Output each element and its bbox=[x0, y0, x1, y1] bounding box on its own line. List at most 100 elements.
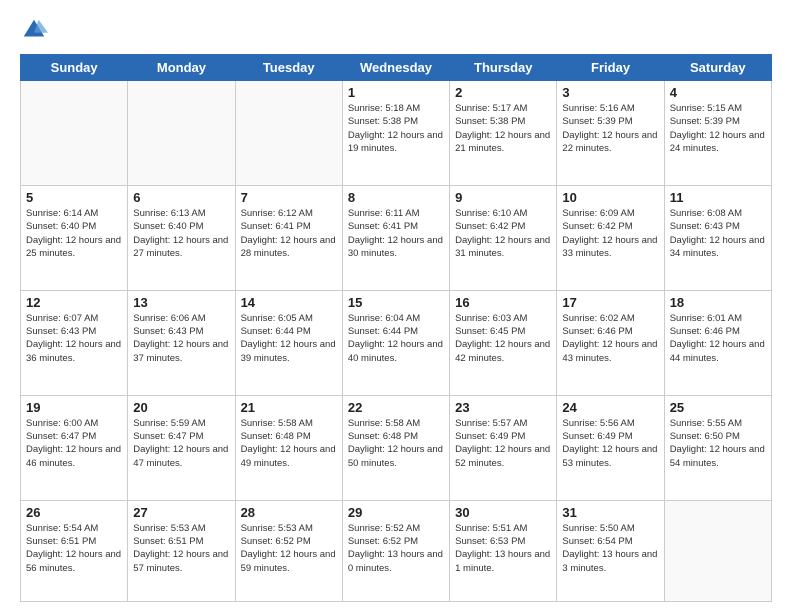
calendar-cell bbox=[21, 81, 128, 186]
cell-day-number: 14 bbox=[241, 295, 337, 310]
cell-info: Sunrise: 5:58 AM Sunset: 6:48 PM Dayligh… bbox=[348, 417, 444, 470]
calendar-cell bbox=[128, 81, 235, 186]
calendar-week-1: 1Sunrise: 5:18 AM Sunset: 5:38 PM Daylig… bbox=[21, 81, 772, 186]
calendar-cell: 4 Sunrise: 5:15 AM Sunset: 5:39 PM Daylig… bbox=[664, 81, 771, 186]
calendar-cell: 6 Sunrise: 6:13 AM Sunset: 6:40 PM Daylig… bbox=[128, 185, 235, 290]
cell-info: Sunrise: 6:00 AM Sunset: 6:47 PM Dayligh… bbox=[26, 417, 122, 470]
cell-day-number: 23 bbox=[455, 400, 551, 415]
cell-info: Sunrise: 6:02 AM Sunset: 6:46 PM Dayligh… bbox=[562, 312, 658, 365]
cell-info: Sunrise: 6:01 AM Sunset: 6:46 PM Dayligh… bbox=[670, 312, 766, 365]
cell-day-number: 21 bbox=[241, 400, 337, 415]
calendar-cell: 13 Sunrise: 6:06 AM Sunset: 6:43 PM Dayli… bbox=[128, 290, 235, 395]
cell-day-number: 3 bbox=[562, 85, 658, 100]
cell-info: Sunrise: 5:52 AM Sunset: 6:52 PM Dayligh… bbox=[348, 522, 444, 575]
cell-info: Sunrise: 6:13 AM Sunset: 6:40 PM Dayligh… bbox=[133, 207, 229, 260]
cell-info: Sunrise: 6:14 AM Sunset: 6:40 PM Dayligh… bbox=[26, 207, 122, 260]
cell-info: Sunrise: 5:17 AM Sunset: 5:38 PM Dayligh… bbox=[455, 102, 551, 155]
calendar-cell: 3Sunrise: 5:16 AM Sunset: 5:39 PM Daylig… bbox=[557, 81, 664, 186]
cell-day-number: 5 bbox=[26, 190, 122, 205]
cell-day-number: 1 bbox=[348, 85, 444, 100]
calendar-cell: 9Sunrise: 6:10 AM Sunset: 6:42 PM Daylig… bbox=[450, 185, 557, 290]
cell-day-number: 17 bbox=[562, 295, 658, 310]
calendar-cell: 24 Sunrise: 5:56 AM Sunset: 6:49 PM Dayli… bbox=[557, 395, 664, 500]
calendar-cell: 10 Sunrise: 6:09 AM Sunset: 6:42 PM Dayli… bbox=[557, 185, 664, 290]
cell-info: Sunrise: 6:06 AM Sunset: 6:43 PM Dayligh… bbox=[133, 312, 229, 365]
cell-info: Sunrise: 5:55 AM Sunset: 6:50 PM Dayligh… bbox=[670, 417, 766, 470]
calendar-week-3: 12 Sunrise: 6:07 AM Sunset: 6:43 PM Dayli… bbox=[21, 290, 772, 395]
cell-info: Sunrise: 5:50 AM Sunset: 6:54 PM Dayligh… bbox=[562, 522, 658, 575]
calendar-cell: 11Sunrise: 6:08 AM Sunset: 6:43 PM Dayli… bbox=[664, 185, 771, 290]
header bbox=[20, 16, 772, 44]
calendar-cell bbox=[235, 81, 342, 186]
cell-info: Sunrise: 6:07 AM Sunset: 6:43 PM Dayligh… bbox=[26, 312, 122, 365]
weekday-sunday: Sunday bbox=[21, 55, 128, 81]
cell-day-number: 16 bbox=[455, 295, 551, 310]
logo bbox=[20, 16, 52, 44]
cell-day-number: 10 bbox=[562, 190, 658, 205]
cell-day-number: 9 bbox=[455, 190, 551, 205]
calendar-cell: 21Sunrise: 5:58 AM Sunset: 6:48 PM Dayli… bbox=[235, 395, 342, 500]
calendar-cell bbox=[664, 500, 771, 601]
calendar-cell: 30 Sunrise: 5:51 AM Sunset: 6:53 PM Dayli… bbox=[450, 500, 557, 601]
calendar-table: SundayMondayTuesdayWednesdayThursdayFrid… bbox=[20, 54, 772, 602]
cell-day-number: 20 bbox=[133, 400, 229, 415]
cell-info: Sunrise: 6:12 AM Sunset: 6:41 PM Dayligh… bbox=[241, 207, 337, 260]
cell-day-number: 27 bbox=[133, 505, 229, 520]
cell-info: Sunrise: 6:08 AM Sunset: 6:43 PM Dayligh… bbox=[670, 207, 766, 260]
calendar-cell: 28 Sunrise: 5:53 AM Sunset: 6:52 PM Dayli… bbox=[235, 500, 342, 601]
cell-info: Sunrise: 5:51 AM Sunset: 6:53 PM Dayligh… bbox=[455, 522, 551, 575]
weekday-wednesday: Wednesday bbox=[342, 55, 449, 81]
calendar-cell: 22 Sunrise: 5:58 AM Sunset: 6:48 PM Dayli… bbox=[342, 395, 449, 500]
cell-day-number: 13 bbox=[133, 295, 229, 310]
calendar-cell: 12 Sunrise: 6:07 AM Sunset: 6:43 PM Dayli… bbox=[21, 290, 128, 395]
weekday-saturday: Saturday bbox=[664, 55, 771, 81]
cell-day-number: 31 bbox=[562, 505, 658, 520]
cell-info: Sunrise: 6:11 AM Sunset: 6:41 PM Dayligh… bbox=[348, 207, 444, 260]
calendar-cell: 14Sunrise: 6:05 AM Sunset: 6:44 PM Dayli… bbox=[235, 290, 342, 395]
calendar-cell: 8 Sunrise: 6:11 AM Sunset: 6:41 PM Daylig… bbox=[342, 185, 449, 290]
cell-day-number: 26 bbox=[26, 505, 122, 520]
calendar-cell: 19Sunrise: 6:00 AM Sunset: 6:47 PM Dayli… bbox=[21, 395, 128, 500]
cell-info: Sunrise: 6:03 AM Sunset: 6:45 PM Dayligh… bbox=[455, 312, 551, 365]
cell-info: Sunrise: 5:53 AM Sunset: 6:52 PM Dayligh… bbox=[241, 522, 337, 575]
cell-day-number: 28 bbox=[241, 505, 337, 520]
calendar-cell: 5 Sunrise: 6:14 AM Sunset: 6:40 PM Daylig… bbox=[21, 185, 128, 290]
cell-day-number: 18 bbox=[670, 295, 766, 310]
cell-info: Sunrise: 6:09 AM Sunset: 6:42 PM Dayligh… bbox=[562, 207, 658, 260]
cell-info: Sunrise: 5:53 AM Sunset: 6:51 PM Dayligh… bbox=[133, 522, 229, 575]
calendar-cell: 27 Sunrise: 5:53 AM Sunset: 6:51 PM Dayli… bbox=[128, 500, 235, 601]
cell-info: Sunrise: 5:54 AM Sunset: 6:51 PM Dayligh… bbox=[26, 522, 122, 575]
cell-info: Sunrise: 6:04 AM Sunset: 6:44 PM Dayligh… bbox=[348, 312, 444, 365]
page: SundayMondayTuesdayWednesdayThursdayFrid… bbox=[0, 0, 792, 612]
calendar-cell: 31 Sunrise: 5:50 AM Sunset: 6:54 PM Dayli… bbox=[557, 500, 664, 601]
calendar-cell: 7Sunrise: 6:12 AM Sunset: 6:41 PM Daylig… bbox=[235, 185, 342, 290]
cell-day-number: 29 bbox=[348, 505, 444, 520]
calendar-cell: 29 Sunrise: 5:52 AM Sunset: 6:52 PM Dayli… bbox=[342, 500, 449, 601]
calendar-week-2: 5 Sunrise: 6:14 AM Sunset: 6:40 PM Daylig… bbox=[21, 185, 772, 290]
weekday-thursday: Thursday bbox=[450, 55, 557, 81]
cell-day-number: 24 bbox=[562, 400, 658, 415]
calendar-cell: 20 Sunrise: 5:59 AM Sunset: 6:47 PM Dayli… bbox=[128, 395, 235, 500]
calendar-cell: 23 Sunrise: 5:57 AM Sunset: 6:49 PM Dayli… bbox=[450, 395, 557, 500]
cell-day-number: 4 bbox=[670, 85, 766, 100]
calendar-cell: 15Sunrise: 6:04 AM Sunset: 6:44 PM Dayli… bbox=[342, 290, 449, 395]
cell-day-number: 2 bbox=[455, 85, 551, 100]
weekday-header-row: SundayMondayTuesdayWednesdayThursdayFrid… bbox=[21, 55, 772, 81]
cell-info: Sunrise: 5:57 AM Sunset: 6:49 PM Dayligh… bbox=[455, 417, 551, 470]
cell-day-number: 30 bbox=[455, 505, 551, 520]
cell-info: Sunrise: 5:15 AM Sunset: 5:39 PM Dayligh… bbox=[670, 102, 766, 155]
cell-day-number: 12 bbox=[26, 295, 122, 310]
cell-day-number: 22 bbox=[348, 400, 444, 415]
calendar-cell: 2 Sunrise: 5:17 AM Sunset: 5:38 PM Daylig… bbox=[450, 81, 557, 186]
cell-info: Sunrise: 5:59 AM Sunset: 6:47 PM Dayligh… bbox=[133, 417, 229, 470]
weekday-friday: Friday bbox=[557, 55, 664, 81]
calendar-cell: 16 Sunrise: 6:03 AM Sunset: 6:45 PM Dayli… bbox=[450, 290, 557, 395]
calendar-week-4: 19Sunrise: 6:00 AM Sunset: 6:47 PM Dayli… bbox=[21, 395, 772, 500]
calendar-cell: 17 Sunrise: 6:02 AM Sunset: 6:46 PM Dayli… bbox=[557, 290, 664, 395]
weekday-monday: Monday bbox=[128, 55, 235, 81]
logo-icon bbox=[20, 16, 48, 44]
cell-info: Sunrise: 5:56 AM Sunset: 6:49 PM Dayligh… bbox=[562, 417, 658, 470]
cell-day-number: 8 bbox=[348, 190, 444, 205]
cell-day-number: 6 bbox=[133, 190, 229, 205]
calendar-cell: 26 Sunrise: 5:54 AM Sunset: 6:51 PM Dayli… bbox=[21, 500, 128, 601]
